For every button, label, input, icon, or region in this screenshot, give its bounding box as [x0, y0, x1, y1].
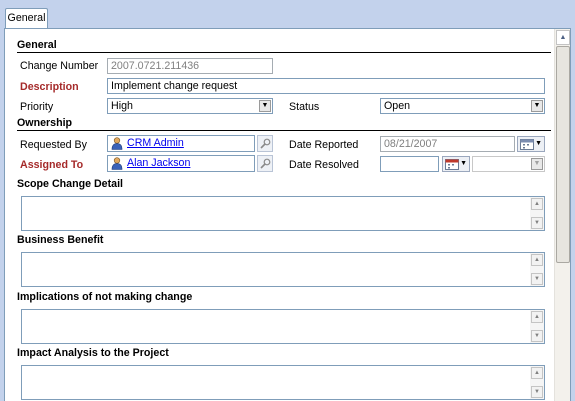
calendar-icon: [445, 159, 459, 170]
priority-select[interactable]: High ▼: [107, 98, 273, 114]
business-benefit-textarea[interactable]: ▲ ▼: [21, 252, 545, 287]
date-reported-label: Date Reported: [289, 139, 359, 151]
date-reported-calendar-button[interactable]: ▼: [517, 136, 545, 152]
assigned-to-lookup-button[interactable]: [257, 155, 273, 172]
section-impact-header: Impact Analysis to the Project: [17, 347, 169, 359]
impact-analysis-textarea[interactable]: ▲ ▼: [21, 365, 545, 400]
chevron-down-icon: ▼: [535, 140, 542, 147]
description-label: Description: [20, 81, 79, 93]
scope-change-detail-textarea[interactable]: ▲ ▼: [21, 196, 545, 231]
status-value: Open: [384, 100, 411, 112]
scroll-down-icon[interactable]: ▼: [531, 386, 543, 398]
scrollbar-thumb[interactable]: [556, 46, 570, 263]
section-implications-header: Implications of not making change: [17, 291, 193, 303]
status-label: Status: [289, 101, 320, 113]
requested-by-label: Requested By: [20, 139, 87, 151]
scroll-up-icon[interactable]: ▲: [531, 198, 543, 210]
date-resolved-calendar-button[interactable]: ▼: [442, 156, 470, 172]
section-general-header: General: [17, 39, 551, 53]
scroll-down-icon[interactable]: ▼: [531, 273, 543, 285]
priority-label: Priority: [20, 101, 54, 113]
change-number-field[interactable]: 2007.0721.211436: [107, 58, 273, 74]
date-resolved-field[interactable]: [380, 156, 439, 172]
user-icon: [111, 137, 123, 150]
calendar-icon: [520, 139, 534, 150]
implications-textarea[interactable]: ▲ ▼: [21, 309, 545, 344]
description-field[interactable]: Implement change request: [107, 78, 545, 94]
scroll-up-icon[interactable]: ▲: [531, 254, 543, 266]
chevron-down-icon[interactable]: ▼: [259, 100, 271, 112]
textarea-scrollbar[interactable]: ▲ ▼: [530, 197, 544, 230]
form-scrollbar[interactable]: ▲: [554, 29, 570, 401]
change-number-label: Change Number: [20, 60, 99, 72]
assigned-to-link[interactable]: Alan Jackson: [127, 157, 190, 169]
lookup-icon: [260, 138, 271, 149]
requested-by-lookup-button[interactable]: [257, 135, 273, 152]
scroll-down-icon[interactable]: ▼: [531, 217, 543, 229]
chevron-down-icon[interactable]: ▼: [531, 158, 543, 170]
scroll-up-icon[interactable]: ▲: [531, 311, 543, 323]
chevron-down-icon[interactable]: ▼: [531, 100, 543, 112]
requested-by-field[interactable]: CRM Admin: [107, 135, 255, 152]
textarea-scrollbar[interactable]: ▲ ▼: [530, 310, 544, 343]
tab-general[interactable]: General: [5, 8, 48, 29]
chevron-down-icon: ▼: [460, 160, 467, 167]
priority-value: High: [111, 100, 133, 112]
scroll-down-icon[interactable]: ▼: [531, 330, 543, 342]
requested-by-link[interactable]: CRM Admin: [127, 137, 184, 149]
user-icon: [111, 157, 123, 170]
textarea-scrollbar[interactable]: ▲ ▼: [530, 253, 544, 286]
form-content: General Change Number 2007.0721.211436 D…: [5, 29, 555, 401]
section-ownership-header: Ownership: [17, 117, 551, 131]
section-benefit-header: Business Benefit: [17, 234, 104, 246]
time-resolved-select[interactable]: ▼: [472, 156, 545, 172]
scroll-up-icon[interactable]: ▲: [531, 367, 543, 379]
date-reported-field[interactable]: 08/21/2007: [380, 136, 515, 152]
section-scope-header: Scope Change Detail: [17, 178, 123, 190]
status-select[interactable]: Open ▼: [380, 98, 545, 114]
scroll-up-icon[interactable]: ▲: [556, 30, 570, 45]
tab-strip: General: [0, 0, 575, 29]
assigned-to-field[interactable]: Alan Jackson: [107, 155, 255, 172]
date-resolved-label: Date Resolved: [289, 159, 359, 171]
assigned-to-label: Assigned To: [20, 159, 84, 171]
textarea-scrollbar[interactable]: ▲ ▼: [530, 366, 544, 399]
form-panel: General Change Number 2007.0721.211436 D…: [4, 28, 571, 401]
lookup-icon: [260, 158, 271, 169]
